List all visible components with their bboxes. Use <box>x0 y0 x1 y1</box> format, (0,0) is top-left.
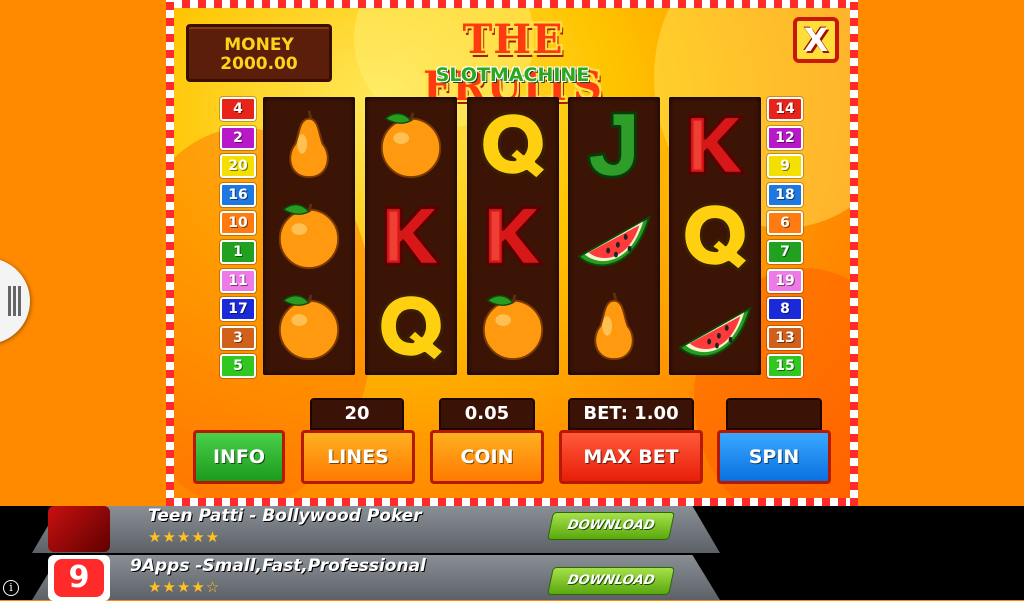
win-display <box>726 398 822 430</box>
pear-icon <box>572 283 656 369</box>
payline-badge: 2 <box>220 125 256 150</box>
ad-rating-stars: ★★★★☆ <box>148 578 221 596</box>
ad-rating-stars: ★★★★★ <box>148 528 221 546</box>
orange-icon <box>267 192 351 278</box>
orange-icon <box>369 101 453 187</box>
payline-badge: 7 <box>767 239 803 264</box>
q-symbol-icon <box>471 101 555 187</box>
lines-button[interactable]: LINES <box>301 430 415 484</box>
payline-badge: 13 <box>767 325 803 350</box>
coin-display: 0.05 <box>439 398 535 430</box>
orange-icon <box>267 283 351 369</box>
payline-badge: 18 <box>767 182 803 207</box>
side-drawer-handle[interactable] <box>0 258 30 344</box>
ad-title: 9Apps -Small,Fast,Professional <box>130 556 426 576</box>
payline-badge: 6 <box>767 211 803 236</box>
teen-patti-app-icon <box>48 506 110 552</box>
watermelon-icon <box>673 283 757 369</box>
q-symbol-icon <box>673 192 757 278</box>
ad-download-button[interactable]: DOWNLOAD <box>547 512 675 540</box>
game-subtitle: SLOTMACHINE <box>435 64 590 86</box>
left-payline-column: 4 2 20 16 10 1 11 17 3 5 <box>220 97 256 383</box>
game-title: THE FRUITS <box>423 16 603 110</box>
ad-download-button[interactable]: DOWNLOAD <box>547 567 675 595</box>
payline-badge: 8 <box>767 297 803 322</box>
right-payline-column: 14 12 9 18 6 7 19 8 13 15 <box>767 97 803 383</box>
reel-4 <box>568 97 660 375</box>
info-button[interactable]: INFO <box>193 430 285 484</box>
q-symbol-icon <box>369 283 453 369</box>
payline-badge: 19 <box>767 268 803 293</box>
payline-badge: 16 <box>220 182 256 207</box>
payline-badge: 17 <box>220 297 256 322</box>
money-display: MONEY 2000.00 <box>186 24 332 82</box>
k-symbol-icon <box>471 192 555 278</box>
ad-title: Teen Patti - Bollywood Poker <box>148 506 422 526</box>
k-symbol-icon <box>369 192 453 278</box>
k-symbol-icon <box>673 101 757 187</box>
payline-badge: 14 <box>767 97 803 121</box>
payline-badge: 9 <box>767 154 803 179</box>
9apps-app-icon: 9 <box>48 555 110 601</box>
reel-3 <box>467 97 559 375</box>
bet-display: BET: 1.00 <box>568 398 694 430</box>
max-bet-button[interactable]: MAX BET <box>559 430 703 484</box>
watermelon-icon <box>572 192 656 278</box>
money-label: MONEY <box>224 35 294 55</box>
reel-2 <box>365 97 457 375</box>
close-button[interactable]: X <box>793 17 839 63</box>
payline-badge: 3 <box>220 325 256 350</box>
reel-5 <box>669 97 761 375</box>
payline-badge: 5 <box>220 354 256 379</box>
spin-button[interactable]: SPIN <box>717 430 831 484</box>
payline-badge: 10 <box>220 211 256 236</box>
ad-banner-area: Teen Patti - Bollywood Poker ★★★★★ DOWNL… <box>0 506 1024 601</box>
payline-badge: 12 <box>767 125 803 150</box>
orange-icon <box>471 283 555 369</box>
pear-icon <box>267 101 351 187</box>
payline-badge: 4 <box>220 97 256 121</box>
payline-badge: 20 <box>220 154 256 179</box>
ad-info-icon[interactable]: i <box>3 580 19 596</box>
money-value: 2000.00 <box>220 54 298 74</box>
payline-badge: 1 <box>220 239 256 264</box>
payline-badge: 11 <box>220 268 256 293</box>
lines-display: 20 <box>310 398 404 430</box>
j-symbol-icon <box>572 101 656 187</box>
reel-1 <box>263 97 355 375</box>
coin-button[interactable]: COIN <box>430 430 544 484</box>
payline-badge: 15 <box>767 354 803 379</box>
